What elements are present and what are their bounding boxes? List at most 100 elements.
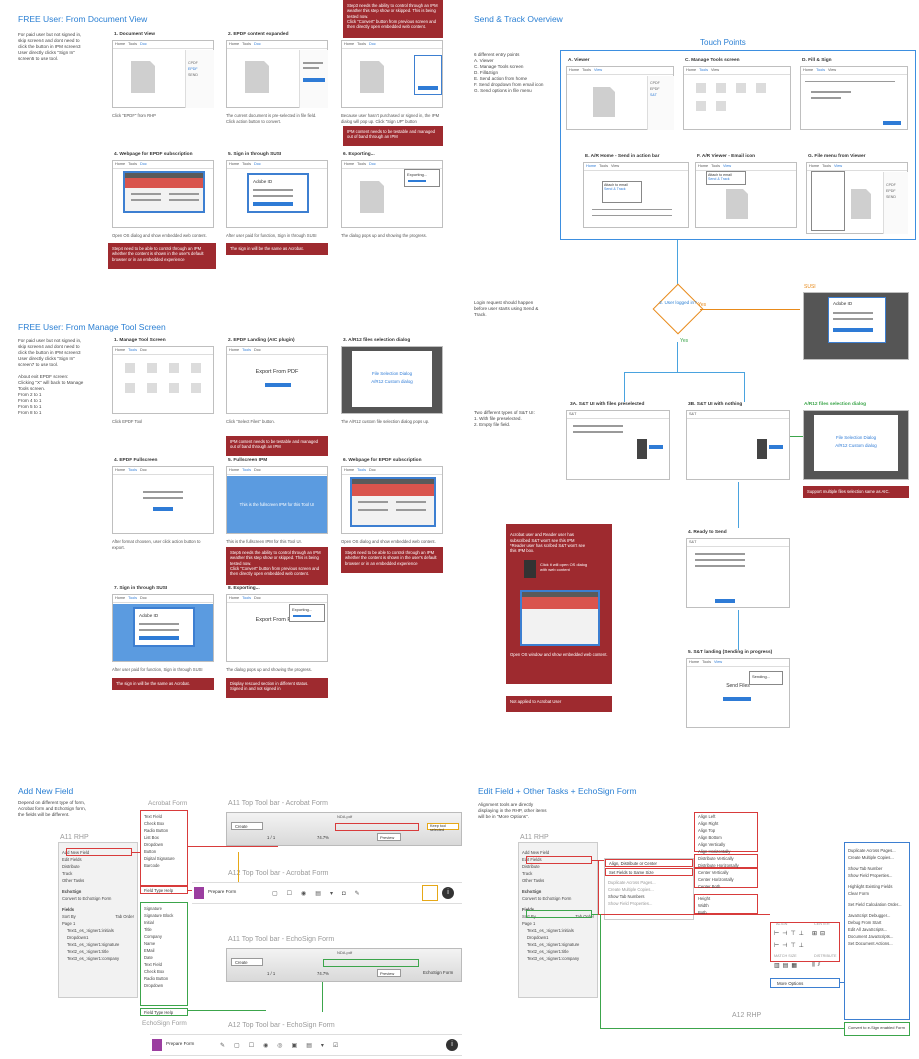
tree-item[interactable]: Text1_es_:signer1:initials <box>59 927 137 934</box>
field-tools-icons[interactable]: ✎▢☐◉◎▣▤▾☑ <box>220 1042 347 1049</box>
menu-debug-start[interactable]: Debug From Start <box>845 919 909 926</box>
menu-center-vertically[interactable]: Center Vertically <box>695 869 757 876</box>
prepare-form-dropdown[interactable]: Prepare Form <box>166 1041 194 1046</box>
menu-text-field[interactable]: Text Field <box>141 961 187 968</box>
menu-calc-order[interactable]: Set Field Calculation Order... <box>845 901 909 908</box>
create-button[interactable]: Create <box>231 822 263 830</box>
tree-item[interactable]: Page 1 <box>519 920 597 927</box>
menu-show-field[interactable]: Show Field Properties... <box>605 900 693 907</box>
tree-item[interactable]: Text1_es_:signer1:signature <box>59 941 137 948</box>
field-tools-icons[interactable]: ▢☐◉▤▾◘✎ <box>272 890 369 897</box>
section-title-doc-view: FREE User: From Document View <box>18 14 148 24</box>
rhp-convert-echosign[interactable]: Convert to EchoSign Form <box>519 895 597 902</box>
menu-show-tab[interactable]: Show Tab Numbers <box>605 893 693 900</box>
menu-doc-actions[interactable]: Set Document Actions... <box>845 940 909 947</box>
menu-barcode[interactable]: Barcode <box>141 862 187 869</box>
preview-button[interactable]: Preview <box>377 833 401 841</box>
preview-button[interactable]: Preview <box>377 969 401 977</box>
menu-distribute-vertically[interactable]: Distribute Vertically <box>695 855 757 862</box>
tree-item[interactable]: Text2_es_:signer1:title <box>519 948 597 955</box>
rhp-track[interactable]: Track <box>519 870 597 877</box>
caption: After user paid for function, Sign in th… <box>226 233 317 238</box>
menu-initial[interactable]: Initial <box>141 919 187 926</box>
menu-text-field[interactable]: Text Field <box>141 813 187 820</box>
menu-highlight-fields[interactable]: Highlight Existing Fields <box>845 883 909 890</box>
menu-bar: Home Tools Doc <box>342 161 442 169</box>
menu-center-both[interactable]: Center Both <box>695 883 757 890</box>
menu-center-horizontally[interactable]: Center Horizontally <box>695 876 757 883</box>
menu-signature[interactable]: Signature <box>141 905 187 912</box>
dist-icons[interactable]: ⫼⫽ <box>812 962 823 969</box>
tree-item[interactable]: Dropdown1 <box>59 934 137 941</box>
rhp-distribute[interactable]: Distribute <box>519 863 597 870</box>
prepare-form-dropdown[interactable]: Prepare Form <box>208 889 236 894</box>
page-number[interactable]: 1 <box>267 835 269 840</box>
tree-item[interactable]: Text1_es_:signer1:signature <box>519 941 597 948</box>
menu-show-field-props[interactable]: Show Field Properties... <box>845 872 909 879</box>
tree-item[interactable]: Dropdown1 <box>519 934 597 941</box>
menu-dropdown[interactable]: Dropdown <box>141 841 187 848</box>
zoom-level[interactable]: 74.7% <box>317 971 329 976</box>
menu-name[interactable]: Name <box>141 940 187 947</box>
rhp-distribute[interactable]: Distribute <box>59 863 137 870</box>
menu-same-size[interactable]: Set Fields to Same Size <box>605 868 693 876</box>
menu-align-right[interactable]: Align Right <box>695 820 757 827</box>
match-icons[interactable]: ▥▤▦ <box>774 962 800 969</box>
menu-show-tab-number[interactable]: Show Tab Number <box>845 865 909 872</box>
menu-list-box[interactable]: List Box <box>141 834 187 841</box>
menu-company[interactable]: Company <box>141 933 187 940</box>
menu-create-copies[interactable]: Create Multiple Copies... <box>845 854 909 861</box>
menu-check-box[interactable]: Check Box <box>141 820 187 827</box>
rhp-add-new-field[interactable]: Add New Field <box>519 849 597 856</box>
menu-button[interactable]: Button <box>141 848 187 855</box>
info-icon[interactable]: i <box>442 887 454 899</box>
menu-align-left[interactable]: Align Left <box>695 813 757 820</box>
menu-create-multiple[interactable]: Create Multiple Copies... <box>605 886 693 893</box>
menu-check-box[interactable]: Check Box <box>141 968 187 975</box>
caption: After user paid for function, Sign in th… <box>112 667 203 672</box>
menu-title[interactable]: Title <box>141 926 187 933</box>
tree-item[interactable]: Text2_es_:signer1:title <box>59 948 137 955</box>
menu-dropdown[interactable]: Dropdown <box>141 982 187 989</box>
tree-item[interactable]: Text3_es_:signer1:company <box>59 955 137 962</box>
menu-radio-button[interactable]: Radio Button <box>141 827 187 834</box>
menu-align-distribute[interactable]: Align, Distribute or Center <box>605 859 693 867</box>
convert-esign-item[interactable]: Convert to e-Sign enabled Form <box>844 1022 910 1036</box>
field-type-help-acro[interactable]: Field Type Help <box>140 886 188 894</box>
menu-date[interactable]: Date <box>141 954 187 961</box>
tree-item[interactable]: Text3_es_:signer1:company <box>519 955 597 962</box>
tree-item[interactable]: Page 1 <box>59 920 137 927</box>
menu-duplicate[interactable]: Duplicate Across Pages... <box>845 847 909 854</box>
menu-email[interactable]: EMail <box>141 947 187 954</box>
info-icon[interactable]: i <box>446 1039 458 1051</box>
rhp-other-tasks[interactable]: Other Tasks <box>59 877 137 884</box>
create-button[interactable]: Create <box>231 958 263 966</box>
rhp-edit-fields[interactable]: Edit Fields <box>59 856 137 863</box>
menu-edit-js[interactable]: Edit All JavaScripts... <box>845 926 909 933</box>
menu-radio-button[interactable]: Radio Button <box>141 975 187 982</box>
menu-digital-signature[interactable]: Digital Signature <box>141 855 187 862</box>
field-type-help-echo[interactable]: Field Type Help <box>140 1008 188 1016</box>
taborder-dropdown[interactable]: Tab Order <box>115 914 134 919</box>
menu-align-bottom[interactable]: Align Bottom <box>695 834 757 841</box>
page-number[interactable]: 1 <box>267 971 269 976</box>
step-label: 6. Exporting... <box>343 152 375 157</box>
rhp-convert-echosign[interactable]: Convert to EchoSign Form <box>59 895 137 902</box>
menu-align-top[interactable]: Align Top <box>695 827 757 834</box>
keep-tool-checkbox[interactable]: Keep tool selected <box>427 823 459 832</box>
menu-signature-block[interactable]: Signature Block <box>141 912 187 919</box>
caption: After format choosen, user click action … <box>112 539 201 550</box>
highlight-edit-fields <box>526 856 592 864</box>
menu-js-debugger[interactable]: JavaScript Debugger... <box>845 912 909 919</box>
menu-doc-js[interactable]: Document JavaScripts... <box>845 933 909 940</box>
menu-clear-form[interactable]: Clear Form <box>845 890 909 897</box>
tree-item[interactable]: Text1_es_:signer1:initials <box>519 927 597 934</box>
rhp-other-tasks[interactable]: Other Tasks <box>519 877 597 884</box>
menu-height[interactable]: Height <box>695 895 757 902</box>
zoom-level[interactable]: 74.7% <box>317 835 329 840</box>
menu-align-vertically[interactable]: Align Vertically <box>695 841 757 848</box>
rhp-track[interactable]: Track <box>59 870 137 877</box>
menu-duplicate[interactable]: Duplicate Across Pages... <box>605 879 693 886</box>
more-options-button[interactable]: More Options <box>770 978 840 988</box>
menu-width[interactable]: Width <box>695 902 757 909</box>
